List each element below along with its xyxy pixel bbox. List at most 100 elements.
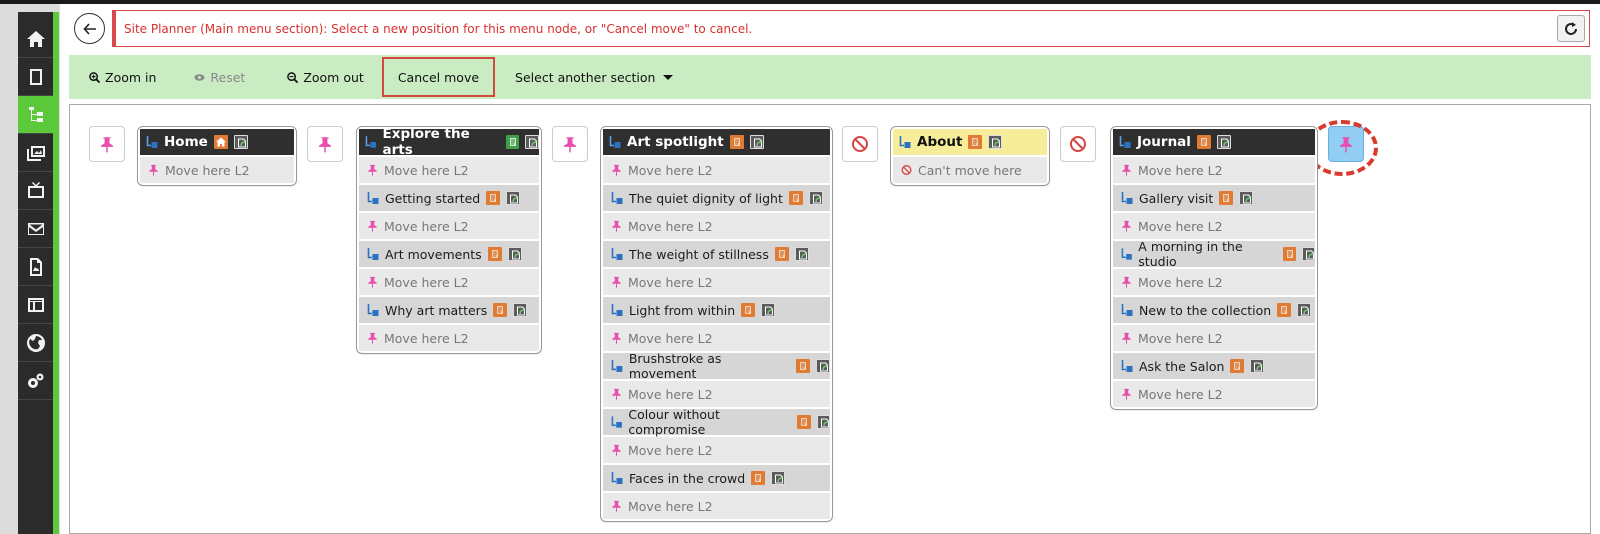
menu-item[interactable]: The quiet dignity of light <box>603 185 830 211</box>
gallery-icon[interactable] <box>18 134 53 172</box>
refresh-button[interactable] <box>1557 15 1585 42</box>
menu-item[interactable]: Colour without compromise <box>603 407 830 437</box>
page-badge-icon <box>486 191 501 205</box>
tree-node-icon <box>1121 360 1133 372</box>
tree-node-icon <box>146 136 158 148</box>
move-here-slot[interactable]: Move here L2 <box>603 157 830 183</box>
tree-node-icon <box>367 192 379 204</box>
move-here-slot[interactable]: Move here L2 <box>603 213 830 239</box>
zoom-out-button[interactable]: Zoom out <box>277 57 373 97</box>
cancel-move-button[interactable]: Cancel move <box>381 57 496 97</box>
sitemap-icon[interactable] <box>18 96 53 134</box>
page-icon[interactable] <box>18 58 53 96</box>
menu-item-label: Why art matters <box>385 302 488 318</box>
pin-icon <box>612 388 621 400</box>
menu-item[interactable]: Ask the Salon <box>1113 353 1315 379</box>
pin-icon <box>1122 276 1131 288</box>
move-here-slot[interactable]: Move here L2 <box>359 157 539 183</box>
home-icon[interactable] <box>18 20 53 58</box>
move-here-slot[interactable]: Move here L2 <box>1113 381 1315 407</box>
menu-item[interactable]: Light from within <box>603 297 830 323</box>
menu-item[interactable]: Brushstroke as movement <box>603 351 831 381</box>
move-here-slot[interactable]: Move here L2 <box>603 269 830 295</box>
slot-label: Move here L2 <box>628 162 713 178</box>
menu-item[interactable]: New to the collection <box>1113 297 1315 323</box>
redirect-badge-icon <box>1301 247 1315 261</box>
cancel-move-label: Cancel move <box>397 69 480 85</box>
slot-label: Move here L2 <box>628 498 713 514</box>
refresh-icon <box>1565 21 1577 35</box>
menu-item[interactable]: Art movements <box>359 241 539 267</box>
slot-label: Move here L2 <box>628 330 713 346</box>
drop-target-l1[interactable] <box>307 126 343 162</box>
drop-target-l1[interactable] <box>552 126 588 162</box>
move-here-slot[interactable]: Move here L2 <box>1113 325 1315 351</box>
menu-item[interactable]: Getting started <box>359 185 539 211</box>
redirect-badge-icon <box>513 303 528 317</box>
reset-button[interactable]: Reset <box>184 57 255 97</box>
status-message: Site Planner (Main menu section): Select… <box>112 10 1590 47</box>
move-here-slot[interactable]: Move here L2 <box>603 381 830 407</box>
slot-label: Move here L2 <box>384 218 469 234</box>
move-here-slot[interactable]: Move here L2 <box>603 325 830 351</box>
site-planner-canvas: Home Move here L2 Explore the arts Move her… <box>69 104 1591 534</box>
move-here-slot[interactable]: Move here L2 <box>359 269 539 295</box>
redirect-badge-icon <box>808 191 823 205</box>
mail-icon[interactable] <box>18 210 53 248</box>
drop-target-disabled <box>842 126 878 162</box>
move-here-slot[interactable]: Move here L2 <box>603 437 830 463</box>
slot-label: Move here L2 <box>1138 218 1223 234</box>
menu-node-header[interactable]: Home <box>140 129 294 155</box>
zoom-in-label: Zoom in <box>105 69 157 85</box>
media-icon[interactable] <box>18 172 53 210</box>
zoom-out-icon <box>287 71 299 83</box>
slot-label: Move here L2 <box>1138 330 1223 346</box>
move-here-slot[interactable]: Move here L2 <box>359 325 539 351</box>
tree-node-icon <box>1119 136 1131 148</box>
back-button[interactable] <box>74 13 105 44</box>
layout-icon[interactable] <box>18 286 53 324</box>
move-here-slot[interactable]: Move here L2 <box>1113 213 1315 239</box>
menu-item[interactable]: Faces in the crowd <box>603 465 830 491</box>
redirect-badge-icon <box>771 471 786 485</box>
slot-label: Move here L2 <box>1138 162 1223 178</box>
tree-node-icon <box>611 192 623 204</box>
select-section-dropdown[interactable]: Select another section <box>505 57 683 97</box>
reset-label: Reset <box>210 69 246 85</box>
move-here-slot[interactable]: Move here L2 <box>140 157 294 183</box>
page-badge-icon <box>797 415 811 429</box>
settings-icon[interactable] <box>18 362 53 400</box>
slot-label: Move here L2 <box>628 274 713 290</box>
menu-item[interactable]: Why art matters <box>359 297 539 323</box>
drop-target-disabled <box>1060 126 1096 162</box>
pin-icon <box>318 136 332 152</box>
menu-item[interactable]: The weight of stillness <box>603 241 830 267</box>
tree-node-icon <box>611 416 622 428</box>
menu-item-label: Art movements <box>385 246 482 262</box>
move-here-slot[interactable]: Move here L2 <box>603 493 830 519</box>
menu-item[interactable]: Gallery visit <box>1113 185 1315 211</box>
move-here-slot[interactable]: Move here L2 <box>1113 157 1315 183</box>
menu-item[interactable]: A morning in the studio <box>1113 239 1315 269</box>
sidebar-accent <box>53 12 59 534</box>
menu-node-header[interactable]: Journal <box>1113 129 1315 155</box>
menu-node-header[interactable]: Explore the arts <box>359 126 539 158</box>
move-here-slot[interactable]: Move here L2 <box>359 213 539 239</box>
page-badge-icon <box>729 135 744 149</box>
menu-item-label: A morning in the studio <box>1138 239 1243 269</box>
redirect-badge-icon <box>794 247 809 261</box>
drop-target-l1[interactable] <box>89 126 125 162</box>
page-badge-icon <box>1277 303 1292 317</box>
menu-item-label: Light from within <box>629 302 736 318</box>
tree-node-icon <box>611 304 623 316</box>
menu-node-header[interactable]: Art spotlight <box>603 129 830 155</box>
page-badge-icon <box>506 135 520 149</box>
move-here-slot[interactable]: Move here L2 <box>1113 269 1315 295</box>
tree-node-icon <box>1121 192 1133 204</box>
menu-node-header[interactable]: About <box>893 129 1047 155</box>
zoom-in-button[interactable]: Zoom in <box>79 57 166 97</box>
document-icon[interactable] <box>18 248 53 286</box>
globe-icon[interactable] <box>18 324 53 362</box>
menu-item-label: The quiet dignity of light <box>629 190 783 206</box>
tree-node-icon <box>609 136 621 148</box>
